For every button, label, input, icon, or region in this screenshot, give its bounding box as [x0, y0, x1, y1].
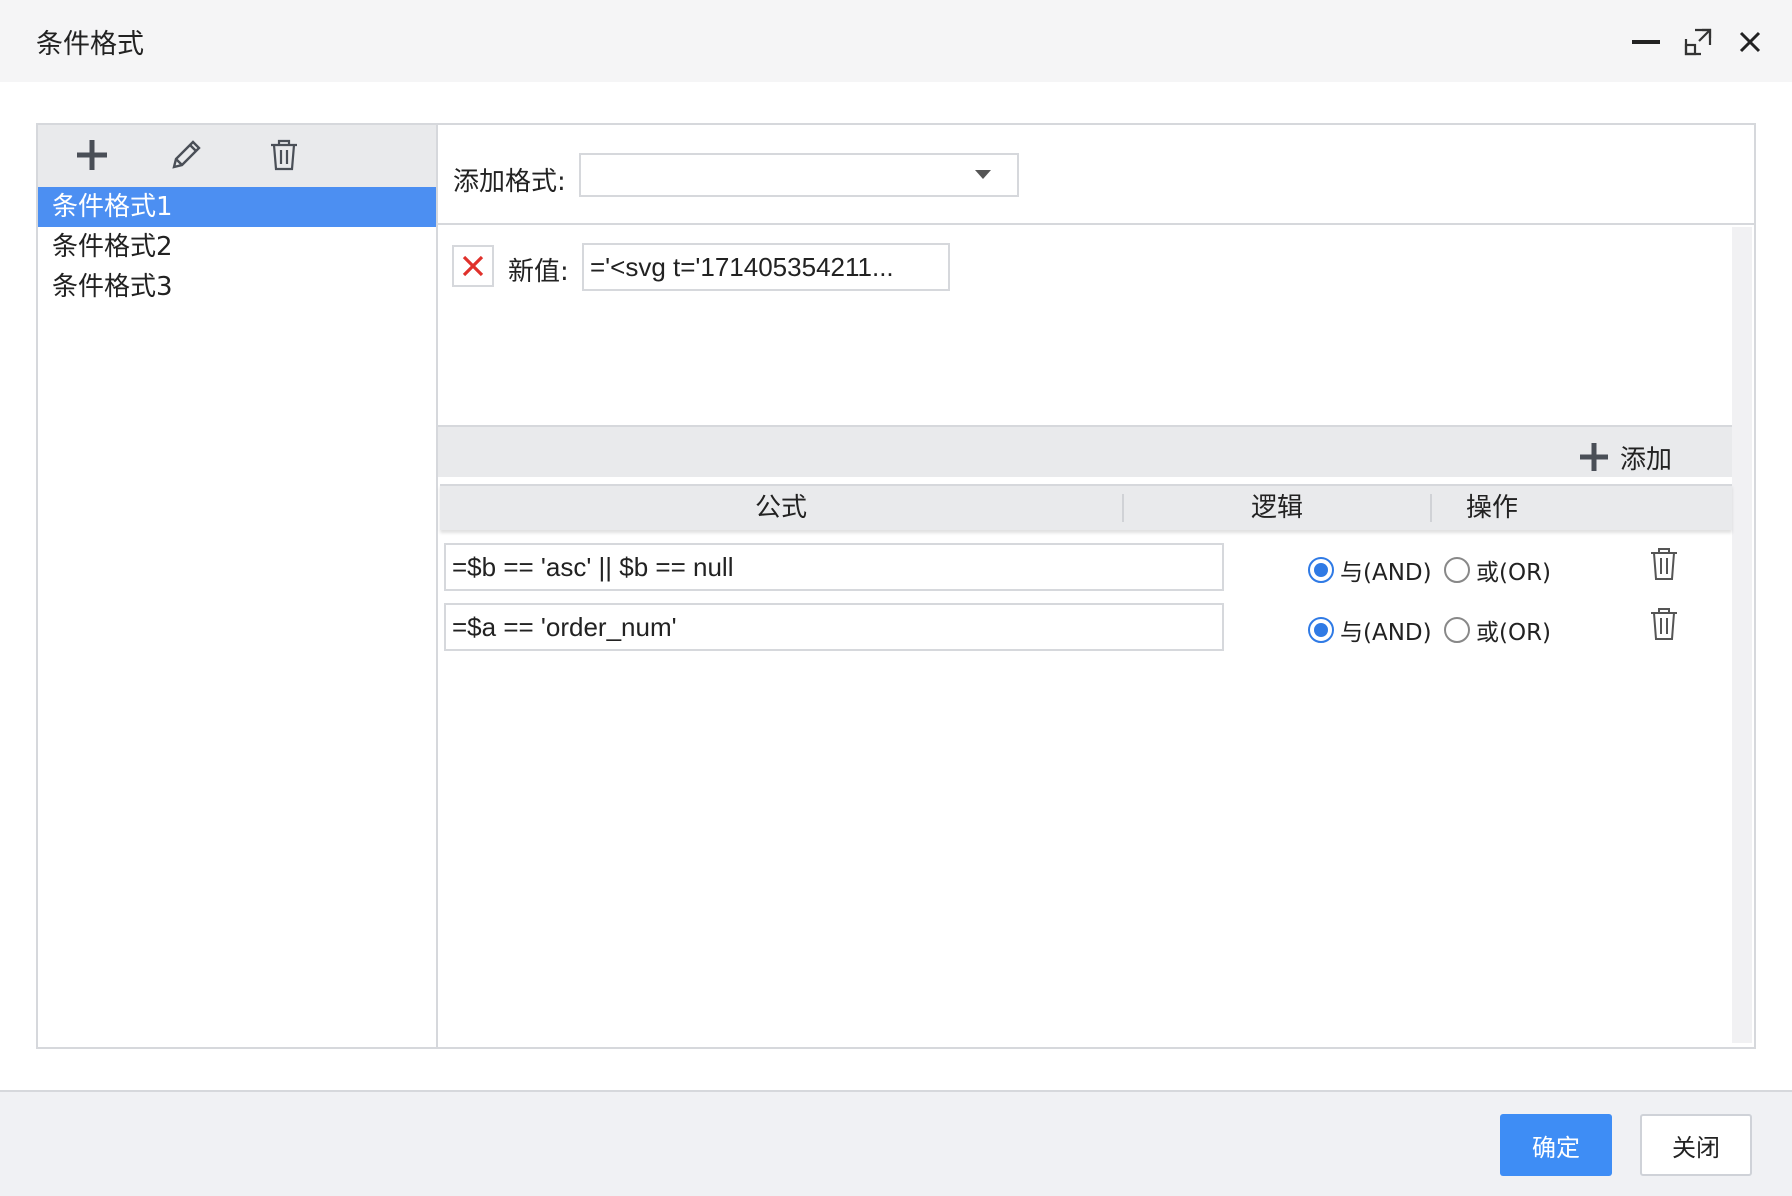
dialog-footer: 确定 关闭: [0, 1090, 1792, 1196]
pencil-icon: [172, 140, 201, 169]
maximize-button[interactable]: [1680, 24, 1716, 60]
red-x-icon: [462, 255, 484, 277]
radio-checked-icon[interactable]: [1308, 617, 1334, 643]
minimize-button[interactable]: [1628, 24, 1664, 60]
radio-unchecked-icon[interactable]: [1444, 557, 1470, 583]
close-window-button[interactable]: [1732, 24, 1768, 60]
format-items-area: 新值: ='<svg t='171405354211...: [438, 227, 1732, 427]
minimize-icon: [1632, 40, 1660, 44]
formula-input[interactable]: =$b == 'asc' || $b == null: [444, 543, 1224, 591]
trash-icon: [1651, 608, 1677, 640]
vertical-scrollbar[interactable]: [1732, 227, 1752, 1043]
delete-format-button[interactable]: [264, 135, 304, 175]
new-value-field[interactable]: ='<svg t='171405354211...: [582, 243, 950, 291]
format-detail-panel: 添加格式: 新值: ='<svg t='171405354211... 添加 公…: [438, 125, 1754, 1047]
logic-and-label: 与(AND): [1340, 560, 1432, 586]
logic-and-option[interactable]: 与(AND): [1308, 553, 1432, 587]
list-toolbar: [38, 125, 436, 187]
chevron-down-icon: [975, 170, 991, 179]
add-condition-button[interactable]: 添加: [1578, 439, 1672, 475]
conditions-table-header: 公式 逻辑 操作: [440, 484, 1732, 530]
format-list-item[interactable]: 条件格式2: [38, 227, 436, 267]
dialog-titlebar: 条件格式: [0, 0, 1792, 82]
add-format-button[interactable]: [72, 135, 112, 175]
trash-icon: [1651, 548, 1677, 580]
plus-icon: [1579, 443, 1608, 471]
close-button[interactable]: 关闭: [1640, 1114, 1752, 1176]
format-list-item[interactable]: 条件格式1: [38, 187, 436, 227]
close-icon: [1739, 31, 1761, 53]
plus-icon: [77, 140, 107, 170]
radio-checked-icon[interactable]: [1308, 557, 1334, 583]
logic-or-label: 或(OR): [1476, 620, 1552, 646]
condition-row: =$b == 'asc' || $b == null 与(AND) 或(OR): [438, 543, 1732, 593]
add-format-label: 添加格式:: [453, 167, 566, 197]
column-header-action: 操作: [1465, 493, 1518, 523]
column-header-logic: 逻辑: [1250, 493, 1303, 523]
edit-format-button[interactable]: [166, 135, 206, 175]
logic-or-option[interactable]: 或(OR): [1444, 553, 1551, 587]
dialog-title: 条件格式: [36, 29, 144, 60]
maximize-icon: [1684, 28, 1712, 56]
logic-and-label: 与(AND): [1340, 620, 1432, 646]
radio-unchecked-icon[interactable]: [1444, 617, 1470, 643]
delete-condition-button[interactable]: [1646, 605, 1682, 643]
condition-row: =$a == 'order_num' 与(AND) 或(OR): [438, 603, 1732, 653]
trash-icon: [271, 139, 297, 171]
delete-condition-button[interactable]: [1646, 545, 1682, 583]
add-format-row: 添加格式:: [438, 125, 1754, 225]
add-condition-label: 添加: [1619, 444, 1672, 475]
new-value-label: 新值:: [508, 257, 569, 287]
format-list: 条件格式1 条件格式2 条件格式3: [38, 187, 436, 307]
formula-input[interactable]: =$a == 'order_num': [444, 603, 1224, 651]
format-list-panel: 条件格式1 条件格式2 条件格式3: [38, 125, 438, 1047]
confirm-button[interactable]: 确定: [1500, 1114, 1612, 1176]
logic-or-label: 或(OR): [1476, 560, 1552, 586]
logic-or-option[interactable]: 或(OR): [1444, 613, 1551, 647]
column-header-formula: 公式: [754, 493, 807, 523]
conditions-toolbar: 添加: [438, 425, 1732, 477]
remove-format-item-button[interactable]: [452, 245, 494, 287]
main-frame: 条件格式1 条件格式2 条件格式3 添加格式: 新值: ='<svg t='17…: [36, 123, 1756, 1049]
format-list-item[interactable]: 条件格式3: [38, 267, 436, 307]
add-format-select[interactable]: [579, 153, 1019, 197]
logic-and-option[interactable]: 与(AND): [1308, 613, 1432, 647]
